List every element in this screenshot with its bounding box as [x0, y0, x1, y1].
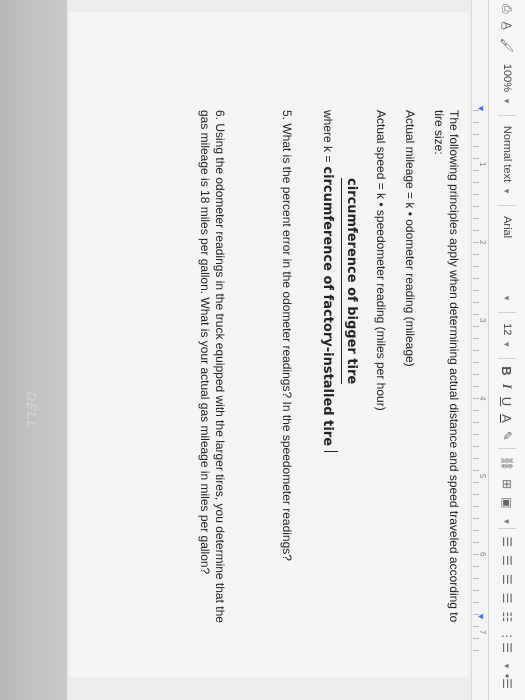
fraction-denominator: circumference of factory-installed tire	[320, 166, 335, 447]
speed-formula: Actual speed = k • speedometer reading (…	[374, 110, 388, 411]
editor-toolbar: ⎙ A̲ 🖌 100% ▼ Normal text ▼ Arial ▼ 12 ▼…	[488, 0, 525, 700]
toolbar-divider	[498, 528, 516, 530]
font-size-value: 12	[501, 323, 513, 336]
ruler-mark: 2	[478, 240, 487, 245]
image-icon[interactable]: ▣	[500, 493, 514, 512]
ruler-mark: 5	[478, 474, 487, 479]
toolbar-divider	[498, 312, 516, 314]
paint-format-icon[interactable]: 🖌	[500, 34, 514, 57]
horizontal-ruler: ▼ 1 2 3 4 5 6 7 ▼	[471, 0, 488, 700]
chevron-down-icon[interactable]: ▼	[503, 517, 512, 525]
font-value: Arial	[501, 216, 513, 239]
link-icon[interactable]: ⛓	[500, 452, 514, 475]
chevron-down-icon: ▼	[502, 187, 512, 196]
monitor-bezel	[0, 0, 67, 700]
numbered-list-icon[interactable]: ⋮☰	[500, 626, 514, 657]
align-justify-icon[interactable]: ☰	[500, 589, 514, 608]
font-select[interactable]: Arial ▼	[489, 209, 525, 309]
line-spacing-icon[interactable]: ☷	[500, 607, 514, 626]
ruler-mark: 6	[478, 552, 487, 557]
comment-icon[interactable]: ⊞	[500, 475, 514, 493]
document-body[interactable]: The following principles apply when dete…	[197, 110, 461, 630]
intro-paragraph: The following principles apply when dete…	[432, 110, 461, 623]
question-6: 6. Using the odometer readings in the tr…	[198, 110, 227, 623]
bold-button[interactable]: B	[500, 362, 515, 379]
highlight-icon[interactable]: ✎	[500, 427, 514, 445]
text-cursor	[324, 451, 338, 453]
rotated-screen: ⎙ A̲ 🖌 100% ▼ Normal text ▼ Arial ▼ 12 ▼…	[0, 0, 525, 700]
align-center-icon[interactable]: ☰	[500, 551, 514, 570]
zoom-select[interactable]: 100% ▼	[489, 57, 525, 112]
font-size-select[interactable]: 12 ▼	[489, 316, 525, 355]
zoom-value: 100%	[501, 63, 513, 92]
where-label: where k =	[321, 110, 335, 163]
italic-button[interactable]: I	[499, 380, 515, 393]
ruler-mark: 7	[478, 630, 487, 635]
ruler-mark: 4	[478, 396, 487, 401]
style-value: Normal text	[501, 125, 513, 183]
underline-button[interactable]: U	[500, 393, 515, 410]
align-right-icon[interactable]: ☰	[500, 570, 514, 589]
toolbar-divider	[498, 447, 516, 449]
style-select[interactable]: Normal text ▼	[489, 119, 525, 202]
ruler-mark: 1	[478, 162, 487, 167]
toolbar-divider	[498, 114, 516, 116]
chevron-down-icon[interactable]: ▼	[503, 662, 512, 670]
ruler-mark: 3	[478, 318, 487, 323]
ruler-ticks	[473, 110, 479, 660]
dell-logo: DELL	[24, 390, 39, 432]
left-indent-marker-icon[interactable]: ▼	[476, 104, 486, 113]
right-indent-marker-icon[interactable]: ▼	[476, 612, 486, 621]
bulleted-list-icon[interactable]: •☰	[500, 670, 514, 693]
document-page[interactable]: The following principles apply when dete…	[69, 12, 469, 677]
toolbar-divider	[498, 358, 516, 360]
fraction-numerator: circumference of bigger tire	[341, 178, 359, 385]
fraction-row: where k = circumference of factory-insta…	[320, 110, 338, 630]
toolbar-divider	[498, 205, 516, 207]
spellcheck-icon[interactable]: A̲	[500, 18, 514, 34]
text-color-button[interactable]: A	[500, 410, 515, 427]
align-left-icon[interactable]: ☰	[500, 532, 514, 551]
chevron-down-icon: ▼	[502, 340, 512, 349]
question-5: 5. What is the percent error in the odom…	[280, 110, 294, 561]
print-icon[interactable]: ⎙	[500, 0, 515, 18]
chevron-down-icon: ▼	[502, 97, 512, 105]
chevron-down-icon: ▼	[502, 294, 512, 303]
mileage-formula: Actual mileage = k • odometer reading (m…	[403, 110, 417, 367]
